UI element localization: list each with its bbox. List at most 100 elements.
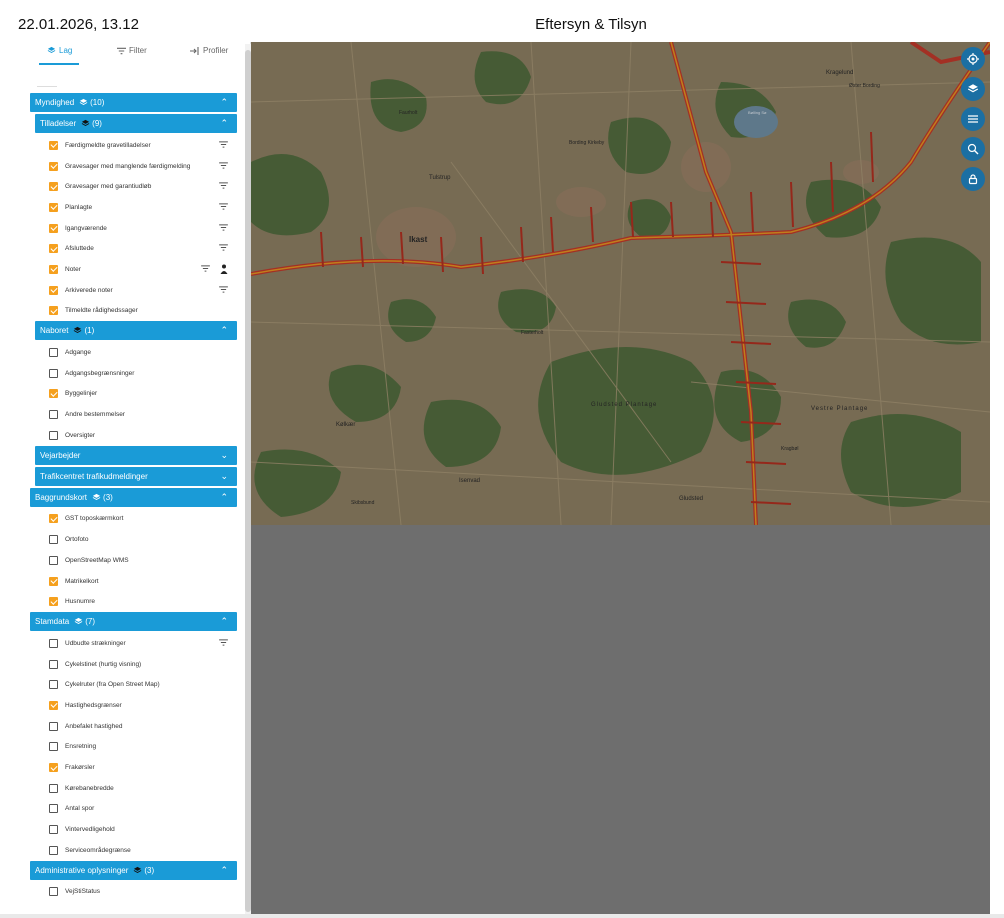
layer-item[interactable]: Færdigmeldte gravetilladelser bbox=[30, 135, 237, 156]
layer-item[interactable]: Gravesager med manglende færdigmelding bbox=[30, 156, 237, 177]
layer-checkbox[interactable] bbox=[49, 576, 58, 586]
list-button[interactable] bbox=[961, 107, 985, 131]
layer-item[interactable]: Andre bestemmelser bbox=[30, 404, 237, 425]
layer-checkbox[interactable] bbox=[49, 597, 58, 607]
layer-checkbox[interactable] bbox=[49, 783, 58, 793]
filter-button[interactable] bbox=[201, 265, 210, 274]
layer-checkbox[interactable] bbox=[49, 887, 58, 897]
layer-checkbox[interactable] bbox=[49, 700, 58, 710]
locate-button[interactable] bbox=[961, 47, 985, 71]
filter-button[interactable] bbox=[219, 203, 228, 212]
layer-checkbox[interactable] bbox=[49, 659, 58, 669]
layer-item[interactable]: Anbefalet hastighed bbox=[30, 716, 237, 737]
layer-checkbox[interactable] bbox=[49, 348, 58, 358]
layer-item[interactable]: Matrikelkort bbox=[30, 571, 237, 592]
group-tilladelser[interactable]: Tilladelser (9) ⌃ bbox=[35, 114, 237, 133]
layer-checkbox[interactable] bbox=[49, 804, 58, 814]
layer-item[interactable]: Serviceområdegrænse bbox=[30, 840, 237, 861]
layer-checkbox[interactable] bbox=[49, 368, 58, 378]
filter-button[interactable] bbox=[219, 224, 228, 233]
layer-checkbox[interactable] bbox=[49, 555, 58, 565]
group-trafikcentret[interactable]: Trafikcentret trafikudmeldinger ⌄ bbox=[35, 466, 237, 486]
layer-item[interactable]: Adgange bbox=[30, 342, 237, 363]
layer-item[interactable]: Planlagte bbox=[30, 197, 237, 218]
layer-item[interactable]: Husnumre bbox=[30, 591, 237, 612]
layer-item[interactable]: Adgangsbegrænsninger bbox=[30, 363, 237, 384]
layer-checkbox[interactable] bbox=[49, 680, 58, 690]
tab-profiler[interactable]: Profiler bbox=[190, 46, 228, 55]
chevron-up-icon[interactable]: ⌃ bbox=[220, 97, 228, 108]
layer-checkbox[interactable] bbox=[49, 535, 58, 545]
layer-checkbox[interactable] bbox=[49, 182, 58, 192]
layer-checkbox[interactable] bbox=[49, 264, 58, 274]
layers-button[interactable] bbox=[961, 77, 985, 101]
group-administrative[interactable]: Administrative oplysninger (3) ⌃ bbox=[30, 860, 237, 880]
map-view[interactable]: Ikast Tulstrup Faurholt Bording Kirkeby … bbox=[251, 42, 990, 525]
layer-item[interactable]: Frakørsler bbox=[30, 757, 237, 778]
layer-item[interactable]: Arkiverede noter bbox=[30, 280, 237, 301]
layer-item[interactable]: VejStiStatus bbox=[30, 882, 237, 903]
chevron-up-icon[interactable]: ⌃ bbox=[220, 118, 228, 129]
filter-button[interactable] bbox=[219, 244, 228, 253]
layer-checkbox[interactable] bbox=[49, 140, 58, 150]
layer-checkbox[interactable] bbox=[49, 430, 58, 440]
app-header: 22.01.2026, 13.12 Eftersyn & Tilsyn bbox=[0, 0, 1004, 42]
layer-item[interactable]: GST toposkærmkort bbox=[30, 509, 237, 530]
layer-item[interactable]: Tilmeldte rådighedssager bbox=[30, 301, 237, 322]
layer-checkbox[interactable] bbox=[49, 514, 58, 524]
chevron-up-icon[interactable]: ⌃ bbox=[220, 865, 228, 876]
chevron-up-icon[interactable]: ⌃ bbox=[220, 616, 228, 627]
layer-item[interactable]: Kørebanebredde bbox=[30, 778, 237, 799]
layer-item[interactable]: Vintervedligehold bbox=[30, 819, 237, 840]
layer-checkbox[interactable] bbox=[49, 763, 58, 773]
filter-button[interactable] bbox=[219, 141, 228, 150]
chevron-up-icon[interactable]: ⌃ bbox=[220, 492, 228, 503]
layer-item[interactable]: Igangværende bbox=[30, 218, 237, 239]
layer-item[interactable]: Afsluttede bbox=[30, 238, 237, 259]
group-baggrundskort[interactable]: Baggrundskort (3) ⌃ bbox=[30, 487, 237, 507]
layer-item[interactable]: Gravesager med garantiudløb bbox=[30, 176, 237, 197]
filter-button[interactable] bbox=[219, 162, 228, 171]
layer-checkbox[interactable] bbox=[49, 638, 58, 648]
layer-checkbox[interactable] bbox=[49, 306, 58, 316]
filter-button[interactable] bbox=[219, 639, 228, 648]
layer-item[interactable]: Ensretning bbox=[30, 737, 237, 758]
layer-item[interactable]: Byggelinjer bbox=[30, 384, 237, 405]
layer-item[interactable]: Udbudte strækninger bbox=[30, 633, 237, 654]
layer-item[interactable]: OpenStreetMap WMS bbox=[30, 550, 237, 571]
layer-checkbox[interactable] bbox=[49, 825, 58, 835]
layer-checkbox[interactable] bbox=[49, 161, 58, 171]
chevron-up-icon[interactable]: ⌃ bbox=[220, 325, 228, 336]
map-canvas[interactable]: Ikast Tulstrup Faurholt Bording Kirkeby … bbox=[251, 42, 990, 525]
filter-button[interactable] bbox=[219, 182, 228, 191]
layer-item[interactable]: Hastighedsgrænser bbox=[30, 695, 237, 716]
layer-checkbox[interactable] bbox=[49, 202, 58, 212]
layer-label: Byggelinjer bbox=[65, 390, 98, 398]
lock-button[interactable] bbox=[961, 167, 985, 191]
layer-item[interactable]: Oversigter bbox=[30, 425, 237, 446]
filter-button[interactable] bbox=[219, 286, 228, 295]
layer-item[interactable]: Cykelstinet (hurtig visning) bbox=[30, 654, 237, 675]
layer-checkbox[interactable] bbox=[49, 389, 58, 399]
layer-checkbox[interactable] bbox=[49, 845, 58, 855]
group-vejarbejder[interactable]: Vejarbejder ⌄ bbox=[35, 445, 237, 465]
chevron-down-icon[interactable]: ⌄ bbox=[220, 471, 228, 482]
tab-filter[interactable]: Filter bbox=[117, 46, 147, 55]
chevron-down-icon[interactable]: ⌄ bbox=[220, 450, 228, 461]
layer-item[interactable]: Noter bbox=[30, 259, 237, 280]
group-naboret[interactable]: Naboret (1) ⌃ bbox=[35, 321, 237, 341]
group-myndighed[interactable]: Myndighed (10) ⌃ bbox=[30, 93, 237, 112]
group-stamdata[interactable]: Stamdata (7) ⌃ bbox=[30, 612, 237, 632]
layer-item[interactable]: Cykelruter (fra Open Street Map) bbox=[30, 674, 237, 695]
layer-checkbox[interactable] bbox=[49, 721, 58, 731]
layer-checkbox[interactable] bbox=[49, 223, 58, 233]
search-zoom-button[interactable] bbox=[961, 137, 985, 161]
layer-item[interactable]: Ortofoto bbox=[30, 529, 237, 550]
layer-checkbox[interactable] bbox=[49, 244, 58, 254]
layer-checkbox[interactable] bbox=[49, 410, 58, 420]
person-button[interactable] bbox=[220, 264, 228, 276]
layer-checkbox[interactable] bbox=[49, 742, 58, 752]
layer-checkbox[interactable] bbox=[49, 285, 58, 295]
tab-lag[interactable]: Lag bbox=[47, 46, 72, 55]
layer-item[interactable]: Antal spor bbox=[30, 799, 237, 820]
